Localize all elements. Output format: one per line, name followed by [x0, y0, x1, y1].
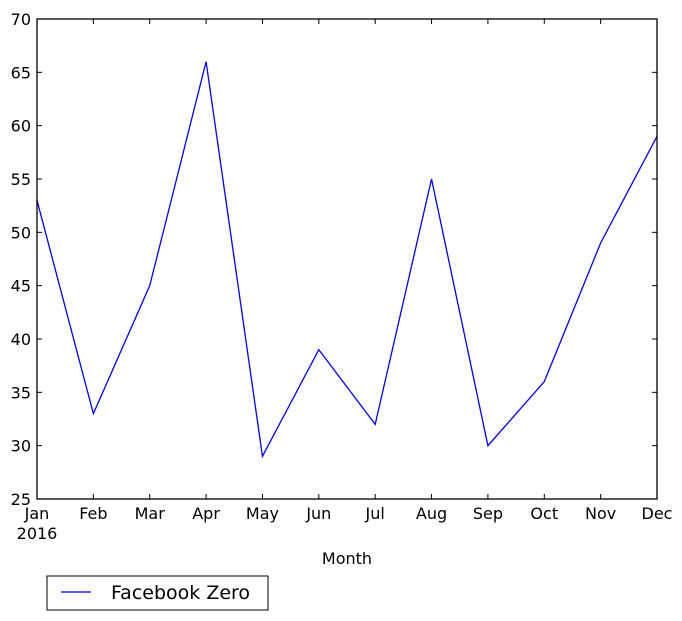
- y-tick-label: 55: [11, 170, 31, 189]
- y-tick-label: 70: [11, 10, 31, 29]
- y-tick-label: 40: [11, 330, 31, 349]
- x-axis-label: Month: [322, 549, 372, 568]
- x-tick-year-label: 2016: [17, 524, 58, 543]
- x-tick-label: Aug: [416, 504, 447, 523]
- y-tick-label: 35: [11, 383, 31, 402]
- x-tick-label: Nov: [585, 504, 616, 523]
- x-tick-label: Sep: [473, 504, 503, 523]
- x-tick-label: Jan: [24, 504, 50, 523]
- y-tick-label: 30: [11, 437, 31, 456]
- line-chart: 25303540455055606570 Jan Feb Mar Apr May Jun J…: [11, 10, 673, 611]
- y-tick-label: 45: [11, 277, 31, 296]
- x-tick-label: Jun: [305, 504, 331, 523]
- y-tick-label: 65: [11, 63, 31, 82]
- legend-label: Facebook Zero: [111, 582, 250, 604]
- x-tick-label: Dec: [642, 504, 673, 523]
- x-tick-label: Oct: [530, 504, 558, 523]
- x-tick-label: Mar: [135, 504, 166, 523]
- x-tick-label: May: [246, 504, 279, 523]
- y-tick-label: 50: [11, 223, 31, 242]
- x-tick-label: Apr: [192, 504, 220, 523]
- series-line: [36, 61, 658, 459]
- x-tick-label: Jul: [365, 504, 385, 523]
- x-tick-label: Feb: [79, 504, 107, 523]
- y-tick-label: 60: [11, 117, 31, 136]
- legend: Facebook Zero: [46, 575, 269, 611]
- plot-frame: [36, 18, 658, 500]
